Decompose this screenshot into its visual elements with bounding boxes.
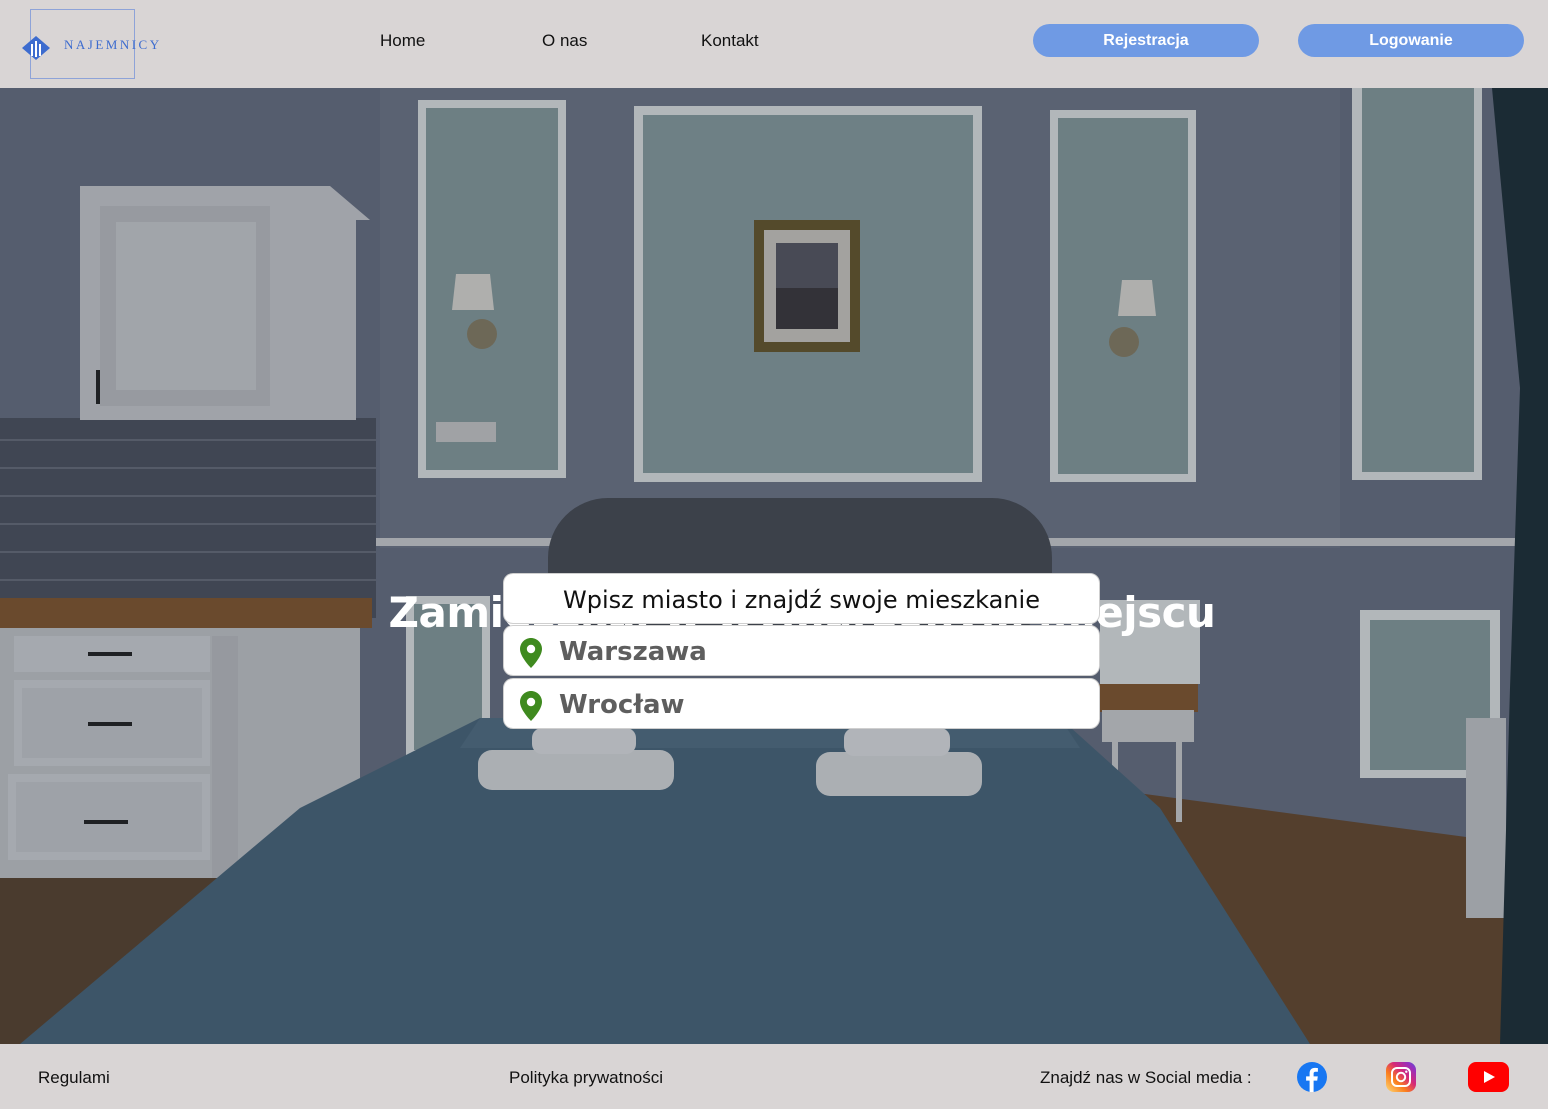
logo-text[interactable]: NAJEMNICY bbox=[64, 37, 162, 53]
city-label: Warszawa bbox=[559, 637, 707, 667]
search-input[interactable]: Wpisz miasto i znajdź swoje mieszkanie bbox=[503, 573, 1100, 624]
footer: Regulami Polityka prywatności Znajdź nas… bbox=[0, 1044, 1548, 1109]
social-media-label: Znajdź nas w Social media : bbox=[1040, 1068, 1252, 1087]
privacy-policy-link[interactable]: Polityka prywatności bbox=[509, 1068, 663, 1088]
location-pin-icon bbox=[520, 638, 542, 668]
top-navigation-bar: NAJEMNICY Home O nas Kontakt Rejestracja… bbox=[0, 0, 1548, 88]
city-option-wroclaw[interactable]: Wrocław bbox=[503, 678, 1100, 729]
youtube-icon[interactable] bbox=[1468, 1062, 1509, 1092]
register-button[interactable]: Rejestracja bbox=[1033, 24, 1259, 57]
terms-link[interactable]: Regulami bbox=[38, 1068, 110, 1088]
location-pin-icon bbox=[520, 691, 542, 721]
nav-about[interactable]: O nas bbox=[542, 31, 587, 51]
hero-section: Zamieszkaj w wymarzonym miejscu Wpisz mi… bbox=[0, 88, 1548, 1044]
hero-background-image bbox=[0, 88, 1548, 1044]
nav-contact[interactable]: Kontakt bbox=[701, 31, 759, 51]
search-prompt: Wpisz miasto i znajdź swoje mieszkanie bbox=[563, 586, 1040, 614]
nav-home[interactable]: Home bbox=[380, 31, 425, 51]
city-option-warszawa[interactable]: Warszawa bbox=[503, 625, 1100, 676]
facebook-icon[interactable] bbox=[1297, 1062, 1327, 1092]
login-button[interactable]: Logowanie bbox=[1298, 24, 1524, 57]
instagram-icon[interactable] bbox=[1386, 1062, 1416, 1092]
city-label: Wrocław bbox=[559, 690, 685, 720]
logo-icon bbox=[22, 36, 50, 60]
